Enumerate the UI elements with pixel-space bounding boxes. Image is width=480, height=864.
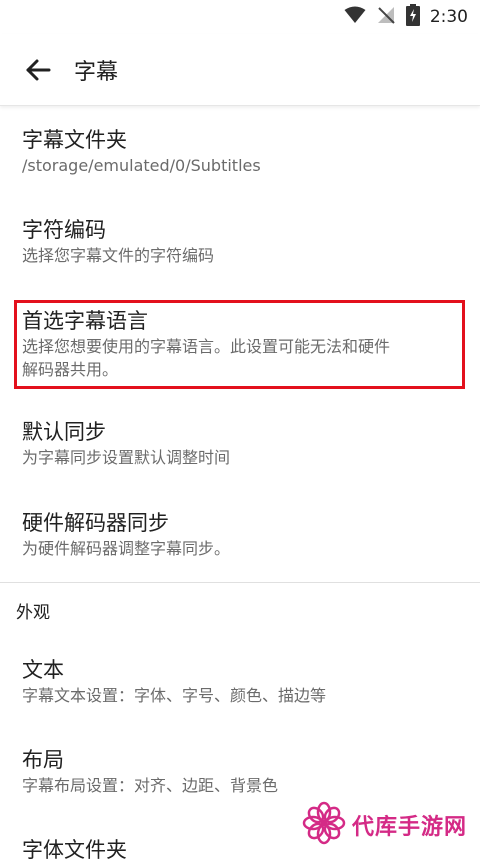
setting-subtitle: 字幕布局设置：对齐、边距、背景色 xyxy=(22,776,279,795)
setting-subtitle: 选择您想要使用的字幕语言。此设置可能无法和硬件 xyxy=(22,337,391,356)
setting-subtitle: 选择您字幕文件的字符编码 xyxy=(22,246,215,265)
setting-title: 布局 xyxy=(22,748,64,772)
no-signal-icon xyxy=(376,5,396,29)
back-button[interactable] xyxy=(18,50,58,90)
setting-layout[interactable]: 布局 字幕布局设置：对齐、边距、背景色 xyxy=(22,746,462,797)
page-title: 字幕 xyxy=(74,59,119,85)
watermark: 代库手游网 xyxy=(302,800,467,850)
wifi-icon xyxy=(344,6,366,28)
setting-title: 硬件解码器同步 xyxy=(22,511,169,535)
setting-title: 字符编码 xyxy=(22,218,106,242)
setting-subtitle: 为硬件解码器调整字幕同步。 xyxy=(22,539,231,558)
status-bar: 2:30 xyxy=(0,0,480,34)
setting-character-encoding[interactable]: 字符编码 选择您字幕文件的字符编码 xyxy=(22,216,462,267)
setting-hw-decoder-sync[interactable]: 硬件解码器同步 为硬件解码器调整字幕同步。 xyxy=(22,509,462,560)
setting-subtitle: 解码器共用。 xyxy=(22,360,119,379)
battery-icon xyxy=(405,4,420,30)
setting-subtitle-folder[interactable]: 字幕文件夹 /storage/emulated/0/Subtitles xyxy=(22,126,462,177)
setting-title: 字幕文件夹 xyxy=(22,128,127,152)
setting-title: 首选字幕语言 xyxy=(22,309,148,333)
setting-title: 默认同步 xyxy=(22,420,106,444)
status-time: 2:30 xyxy=(429,7,468,27)
setting-subtitle: /storage/emulated/0/Subtitles xyxy=(22,156,261,175)
arrow-back-icon xyxy=(26,59,51,80)
setting-text[interactable]: 文本 字幕文本设置：字体、字号、颜色、描边等 xyxy=(22,656,462,707)
setting-subtitle: 为字幕同步设置默认调整时间 xyxy=(22,448,231,467)
app-bar: 字幕 xyxy=(0,34,480,106)
watermark-text: 代库手游网 xyxy=(352,815,468,840)
setting-default-sync[interactable]: 默认同步 为字幕同步设置默认调整时间 xyxy=(22,418,462,469)
setting-preferred-subtitle-language[interactable]: 首选字幕语言 选择您想要使用的字幕语言。此设置可能无法和硬件 解码器共用。 xyxy=(22,307,462,381)
section-header-appearance: 外观 xyxy=(16,603,50,623)
divider xyxy=(0,582,480,583)
flower-logo-icon xyxy=(302,801,346,849)
setting-title: 文本 xyxy=(22,658,64,682)
setting-subtitle: 字幕文本设置：字体、字号、颜色、描边等 xyxy=(22,686,327,705)
